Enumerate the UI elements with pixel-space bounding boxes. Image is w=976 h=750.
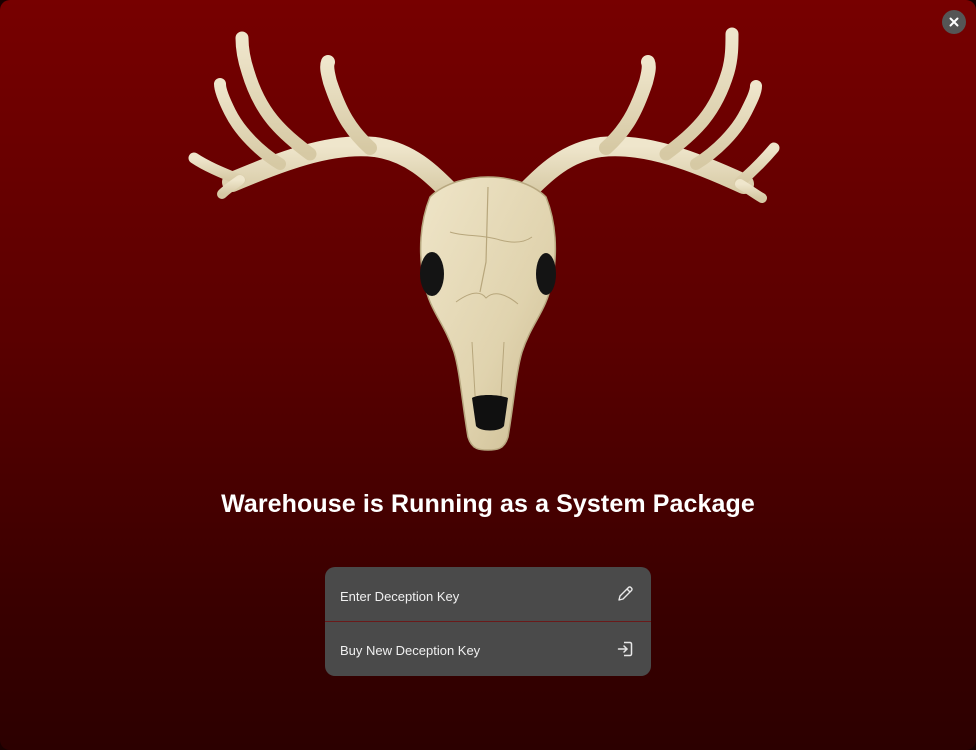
page-title: Warehouse is Running as a System Package <box>221 490 755 518</box>
sign-in-icon <box>615 639 635 659</box>
close-button[interactable] <box>942 10 966 34</box>
enter-deception-key-label: Enter Deception Key <box>340 588 460 604</box>
enter-deception-key-button[interactable]: Enter Deception Key <box>325 567 651 621</box>
deer-skull-image <box>180 22 796 462</box>
pencil-icon <box>615 584 635 604</box>
close-icon <box>949 17 959 27</box>
buy-new-deception-key-button[interactable]: Buy New Deception Key <box>325 621 651 675</box>
app-window: Warehouse is Running as a System Package… <box>0 0 976 750</box>
key-options-menu: Enter Deception Key Buy New Deception Ke… <box>325 567 651 676</box>
buy-new-deception-key-label: Buy New Deception Key <box>340 643 481 658</box>
